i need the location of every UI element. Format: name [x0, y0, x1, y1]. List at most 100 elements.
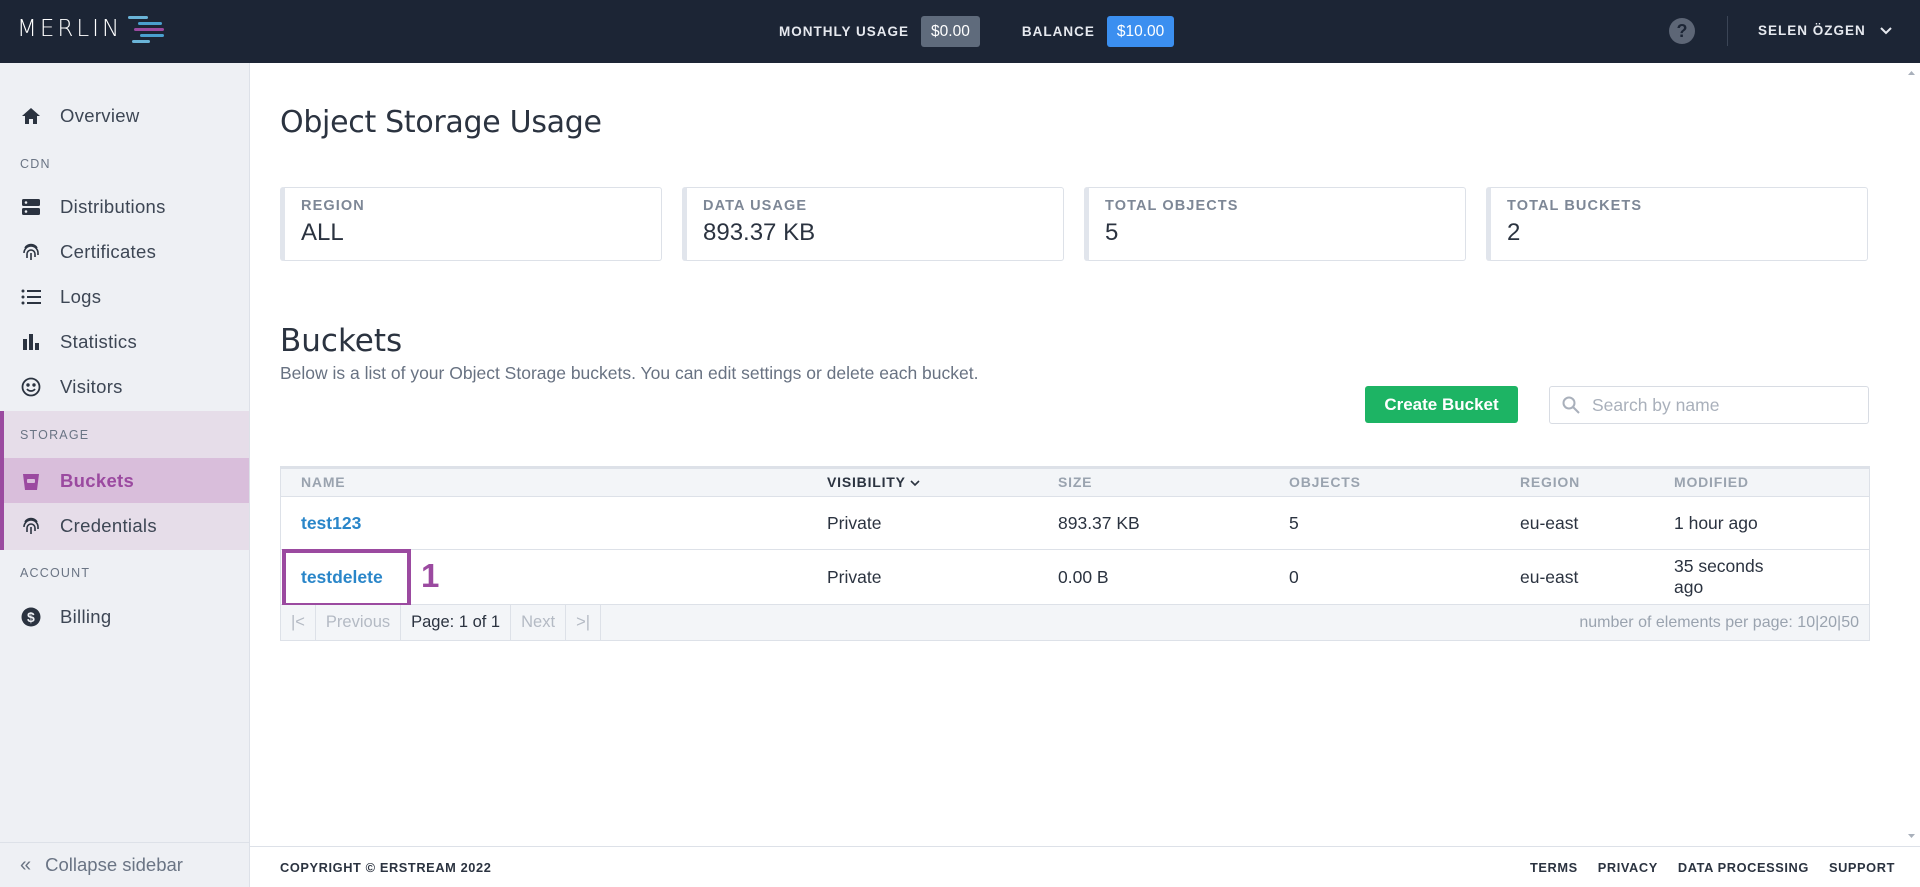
- visibility-cell: Private: [827, 566, 882, 587]
- bucket-link[interactable]: testdelete: [301, 567, 383, 588]
- column-header-region[interactable]: REGION: [1520, 474, 1580, 490]
- buckets-title: Buckets: [280, 323, 403, 359]
- sidebar-item-logs[interactable]: Logs: [0, 274, 249, 319]
- user-name: SELEN ÖZGEN: [1758, 23, 1866, 38]
- column-header-size[interactable]: SIZE: [1058, 474, 1092, 490]
- page-title: Object Storage Usage: [280, 105, 602, 140]
- total-buckets-card: TOTAL BUCKETS 2: [1486, 187, 1868, 261]
- column-header-visibility[interactable]: VISIBILITY: [827, 474, 920, 490]
- objects-cell: 5: [1289, 512, 1299, 533]
- sidebar-item-billing[interactable]: $ Billing: [0, 594, 249, 639]
- svg-text:$: $: [27, 609, 35, 625]
- card-label: DATA USAGE: [703, 198, 808, 214]
- sidebar-item-overview[interactable]: Overview: [0, 93, 249, 138]
- column-header-label: VISIBILITY: [827, 474, 906, 490]
- buckets-table: NAME VISIBILITY SIZE OBJECTS REGION MODI…: [280, 466, 1870, 641]
- page-indicator: Page: 1 of 1: [401, 605, 512, 640]
- sidebar-section-storage: STORAGE: [20, 428, 90, 442]
- usage-summary: MONTHLY USAGE $0.00 BALANCE $10.00: [779, 16, 1175, 47]
- balance-value[interactable]: $10.00: [1106, 16, 1175, 47]
- sidebar-item-label: Logs: [60, 285, 102, 307]
- pagination: |< Previous Page: 1 of 1 Next >| number …: [281, 605, 1869, 640]
- size-cell: 893.37 KB: [1058, 512, 1140, 533]
- modified-cell: 35 seconds ago: [1674, 550, 1764, 604]
- per-page-option-10[interactable]: 10: [1797, 614, 1815, 631]
- help-icon[interactable]: ?: [1669, 18, 1695, 44]
- footer-link-support[interactable]: SUPPORT: [1829, 860, 1895, 875]
- search-box[interactable]: Search by name: [1549, 386, 1869, 424]
- sidebar-item-label: Overview: [60, 104, 140, 126]
- region-card: REGION ALL: [280, 187, 662, 261]
- top-bar: MERLIN MONTHLY USAGE $0.00 BALANCE $10.0…: [0, 0, 1920, 63]
- table-row: test123 Private 893.37 KB 5 eu-east 1 ho…: [281, 497, 1869, 550]
- user-menu[interactable]: SELEN ÖZGEN: [1758, 23, 1892, 38]
- next-page-button[interactable]: Next: [511, 605, 567, 640]
- header-divider: [1727, 16, 1728, 46]
- list-icon: [20, 286, 42, 308]
- footer-link-privacy[interactable]: PRIVACY: [1598, 860, 1658, 875]
- chevron-down-icon: [1880, 26, 1892, 34]
- copyright: COPYRIGHT © ERSTREAM 2022: [280, 859, 492, 875]
- sidebar-item-buckets[interactable]: Buckets: [4, 458, 249, 503]
- sidebar-item-certificates[interactable]: Certificates: [0, 229, 249, 274]
- annotation-number: 1: [421, 557, 440, 594]
- sidebar-item-label: Distributions: [60, 195, 166, 217]
- footer-link-data-processing[interactable]: DATA PROCESSING: [1678, 860, 1809, 875]
- modified-cell: 1 hour ago: [1674, 512, 1758, 533]
- chevron-down-icon: [910, 480, 920, 487]
- per-page-option-50[interactable]: 50: [1841, 614, 1859, 631]
- merlin-logo[interactable]: MERLIN: [17, 14, 168, 44]
- column-header-objects[interactable]: OBJECTS: [1289, 474, 1361, 490]
- column-header-modified[interactable]: MODIFIED: [1674, 474, 1749, 490]
- sidebar-item-label: Credentials: [60, 514, 157, 536]
- main-content: Object Storage Usage REGION ALL DATA USA…: [250, 63, 1920, 846]
- sidebar-item-distributions[interactable]: Distributions: [0, 184, 249, 229]
- sidebar-item-label: Billing: [60, 605, 112, 627]
- buckets-subtitle: Below is a list of your Object Storage b…: [280, 363, 979, 383]
- create-bucket-button[interactable]: Create Bucket: [1365, 386, 1518, 423]
- card-label: REGION: [301, 198, 365, 214]
- data-usage-card: DATA USAGE 893.37 KB: [682, 187, 1064, 261]
- modified-line: ago: [1674, 577, 1704, 597]
- balance-label: BALANCE: [1021, 24, 1095, 39]
- bucket-icon: [20, 470, 42, 492]
- sidebar-item-label: Certificates: [60, 240, 157, 262]
- sidebar-section-account: ACCOUNT: [20, 566, 91, 580]
- sidebar-section-cdn: CDN: [20, 157, 51, 171]
- footer: COPYRIGHT © ERSTREAM 2022 TERMS PRIVACY …: [250, 846, 1920, 887]
- size-cell: 0.00 B: [1058, 566, 1109, 587]
- smile-icon: [20, 376, 42, 398]
- monthly-usage-value: $0.00: [921, 16, 980, 47]
- footer-link-terms[interactable]: TERMS: [1530, 860, 1578, 875]
- objects-cell: 0: [1289, 566, 1299, 587]
- sidebar-item-statistics[interactable]: Statistics: [0, 319, 249, 364]
- card-value: 5: [1105, 219, 1119, 246]
- card-label: TOTAL OBJECTS: [1105, 198, 1239, 214]
- column-header-name[interactable]: NAME: [301, 474, 345, 490]
- scrollbar[interactable]: [1903, 63, 1920, 846]
- bucket-link[interactable]: test123: [301, 513, 361, 534]
- collapse-sidebar-button[interactable]: « Collapse sidebar: [0, 842, 249, 887]
- bar-chart-icon: [20, 331, 42, 353]
- logo-mark-icon: [128, 16, 165, 43]
- sidebar: Overview CDN Distributions Certificates …: [0, 63, 250, 887]
- per-page-selector: number of elements per page: 10|20|50: [1579, 614, 1859, 631]
- card-value: ALL: [301, 219, 344, 246]
- sidebar-item-label: Visitors: [60, 375, 123, 397]
- card-label: TOTAL BUCKETS: [1507, 198, 1643, 214]
- double-chevron-left-icon: «: [20, 853, 32, 876]
- region-cell: eu-east: [1520, 566, 1579, 587]
- dollar-icon: $: [20, 606, 42, 628]
- sidebar-item-label: Buckets: [60, 469, 135, 491]
- sidebar-item-visitors[interactable]: Visitors: [0, 364, 249, 409]
- per-page-option-20[interactable]: 20: [1819, 614, 1837, 631]
- card-value: 893.37 KB: [703, 219, 816, 246]
- per-page-label: number of elements per page:: [1579, 614, 1793, 631]
- sidebar-item-credentials[interactable]: Credentials: [4, 503, 249, 548]
- first-page-button[interactable]: |<: [281, 605, 316, 640]
- collapse-sidebar-label: Collapse sidebar: [45, 854, 183, 875]
- visibility-cell: Private: [827, 512, 882, 533]
- previous-page-button[interactable]: Previous: [316, 605, 402, 640]
- monthly-usage-label: MONTHLY USAGE: [779, 24, 910, 39]
- last-page-button[interactable]: >|: [566, 605, 601, 640]
